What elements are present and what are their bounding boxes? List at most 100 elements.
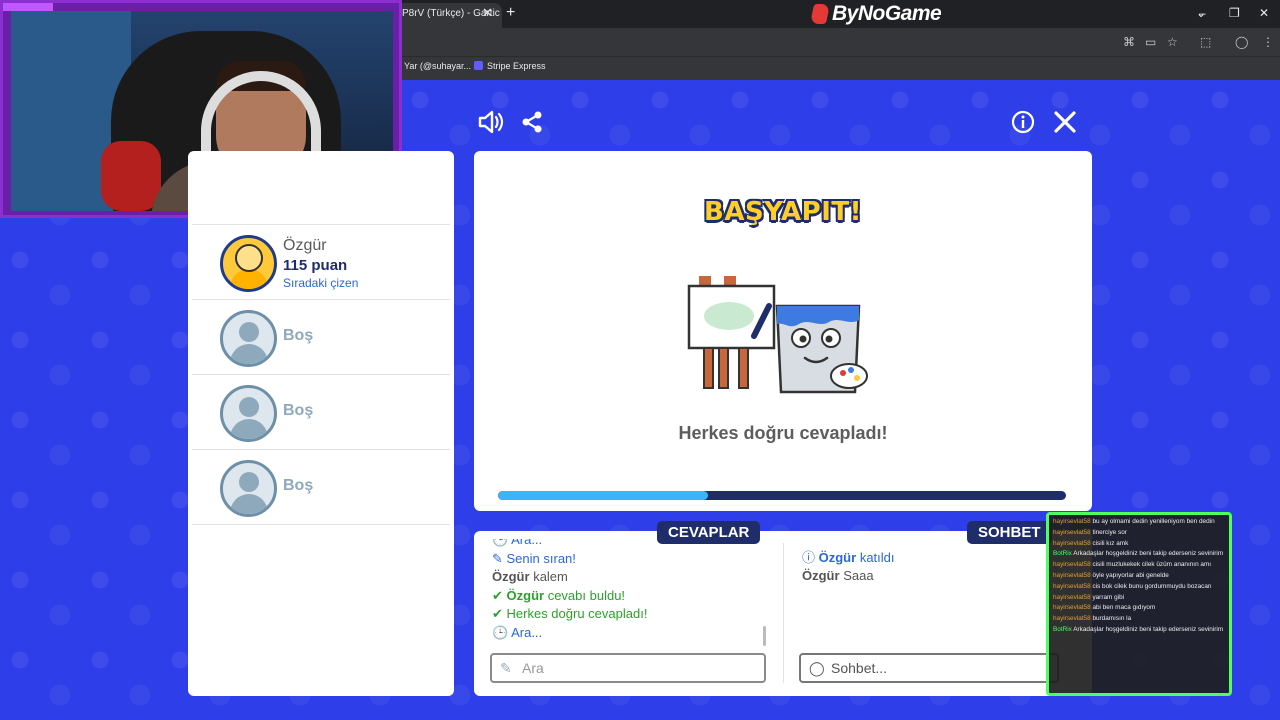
avatar-body (230, 419, 268, 439)
close-icon[interactable] (1053, 110, 1077, 134)
stream-chat-user: BotRix (1053, 625, 1074, 633)
next-drawer-label: Sıradaki çizen (283, 276, 359, 290)
chat-input-placeholder: Sohbet... (831, 660, 888, 676)
tab-close-icon[interactable]: ✕ (482, 5, 493, 21)
drawing-panel: BAŞYAPIT! Herkes doğru cevapladı! (474, 151, 1092, 511)
pencil-icon: ✎ (500, 660, 512, 676)
answer-line: ✔ Herkes doğru cevapladı! (492, 605, 762, 624)
round-message: Herkes doğru cevapladı! (678, 423, 888, 443)
avatar-head (235, 244, 263, 272)
answers-scrollbar[interactable] (763, 626, 766, 646)
stream-chat-message: hayirsevlat58 cis bok cilek bunu gordumm… (1053, 582, 1225, 593)
cast-icon[interactable]: ▭ (1145, 35, 1156, 49)
frame-corner (3, 3, 53, 11)
answer-line: Özgür kalem (492, 568, 762, 587)
stream-chat-text: bu ay olmami dedin yenilleniyom ben dedi… (1092, 518, 1215, 525)
translate-icon[interactable]: ⌘ (1123, 35, 1135, 49)
chat-input[interactable]: ◯ Sohbet... (799, 653, 1059, 683)
answer-text: cevabı buldu! (547, 587, 626, 603)
timer-progress-fill (498, 491, 709, 500)
stream-chat-user: hayirsevlat58 (1053, 561, 1093, 569)
brand-logo: ByNoGame (809, 1, 942, 27)
answer-text: Senin sıran! (506, 550, 576, 566)
bookmark-label: Stripe Express (487, 61, 546, 71)
stream-chat-text: cisili muzlukekek cilek üzüm ananının am… (1092, 561, 1212, 569)
player-row-empty: Boş (192, 301, 450, 375)
bookmark-item[interactable]: Yar (@suhayar... (404, 61, 471, 71)
info-icon[interactable] (1011, 110, 1035, 134)
chat-user: Özgür (802, 568, 840, 583)
player-row[interactable]: Özgür 115 puan Sıradaki çizen (192, 226, 450, 300)
round-result-title: BAŞYAPIT! (704, 197, 862, 227)
share-icon[interactable] (520, 110, 544, 134)
empty-avatar-icon (220, 385, 277, 442)
stream-chat-user: BotRix (1053, 550, 1074, 558)
stream-chat-user: hayirsevlat58 (1053, 593, 1093, 601)
easel-leg (703, 347, 714, 389)
chat-text: Saaa (843, 568, 874, 583)
minimize-window-icon[interactable]: – (1199, 6, 1206, 20)
stripe-icon (474, 61, 483, 70)
menu-icon[interactable]: ⋮ (1262, 35, 1274, 49)
stream-chat-text: Arkadaşlar hoşgeldiniz beni takip ederse… (1073, 625, 1225, 633)
answer-line: ✔ Özgür cevabı buldu! (492, 587, 762, 606)
avatar-head (239, 397, 259, 417)
stream-chat-text: abi ben maca gıdıyom (1092, 604, 1156, 612)
new-tab-icon[interactable]: + (506, 4, 515, 22)
stream-chat-message: hayirsevlat58 tinerciye sor (1053, 528, 1225, 539)
clock-icon: 🕒 (492, 624, 512, 640)
answers-list: 🕒 Ara... ✎ Senin sıran! Özgür kalem ✔ Öz… (492, 539, 762, 651)
star-icon[interactable]: ☆ (1167, 35, 1178, 49)
stream-chat-user: hayirsevlat58 (1053, 615, 1093, 623)
answer-input-placeholder: Ara (522, 660, 544, 676)
extensions-icon[interactable]: ⬚ (1200, 35, 1211, 49)
palette-dot (854, 375, 860, 381)
stream-chat-user: hayirsevlat58 (1053, 582, 1093, 590)
stream-chat-message: hayirsevlat58 burdamısın la (1053, 614, 1225, 625)
clock-icon: 🕒 (492, 539, 512, 547)
pencil-icon: ✎ (492, 550, 507, 566)
bookmark-stripe[interactable]: Stripe Express (474, 61, 546, 71)
avatar-body (230, 344, 268, 364)
sound-icon[interactable] (477, 109, 505, 135)
brand-name: ByNoGame (832, 2, 942, 25)
answer-text: Herkes doğru cevapladı! (506, 606, 648, 621)
players-panel: Özgür 115 puan Sıradaki çizen Boş Boş Bo… (188, 151, 454, 696)
stream-chat-text: yarram gibi (1092, 593, 1125, 601)
stream-chat-text: burdamısın la (1092, 615, 1132, 623)
palette-dot (848, 367, 854, 373)
empty-slot-label: Boş (283, 402, 314, 419)
avatar-body (230, 269, 268, 289)
player-score: 115 puan (283, 257, 348, 274)
easel-paint-illustration (687, 276, 868, 394)
stream-chat-message: hayirsevlat58 öyle yapıyorlar abi geneld… (1053, 571, 1225, 582)
easel-leg (718, 347, 729, 389)
chat-text: katıldı (859, 550, 895, 565)
stream-chat-user: hayirsevlat58 (1053, 539, 1093, 547)
answer-input[interactable]: ✎ Ara (490, 653, 766, 683)
pupil-right (825, 335, 833, 343)
check-icon: ✔ (492, 606, 507, 621)
answer-line: ✎ Senin sıran! (492, 550, 762, 569)
avatar-body (230, 494, 268, 514)
profile-icon[interactable]: ◯ (1235, 35, 1248, 49)
answer-text: Ara... (511, 539, 543, 547)
canvas-painting (704, 302, 754, 330)
tab-chat[interactable]: SOHBET (967, 521, 1052, 544)
answer-user: Özgür (492, 569, 530, 584)
stream-chat-message: hayirsevlat58 cisili kız amk (1053, 539, 1225, 550)
player-name: Özgür (283, 237, 327, 254)
close-window-icon[interactable]: ✕ (1259, 6, 1269, 20)
empty-slot-label: Boş (283, 327, 314, 344)
answer-user: Özgür (506, 587, 545, 603)
check-icon: ✔ (492, 587, 507, 603)
maximize-icon[interactable]: ❐ (1229, 6, 1240, 20)
cam-chair-accent (101, 141, 161, 211)
stream-chat-text: cisili kız amk (1092, 539, 1129, 547)
player-avatar (220, 235, 277, 292)
player-row-empty: Boş (192, 376, 450, 450)
answer-line: 🕒 Ara... (492, 624, 762, 643)
tab-answers[interactable]: CEVAPLAR (657, 521, 761, 544)
stream-chat-user: hayirsevlat58 (1053, 528, 1093, 536)
info-icon: ⓘ (802, 550, 819, 565)
